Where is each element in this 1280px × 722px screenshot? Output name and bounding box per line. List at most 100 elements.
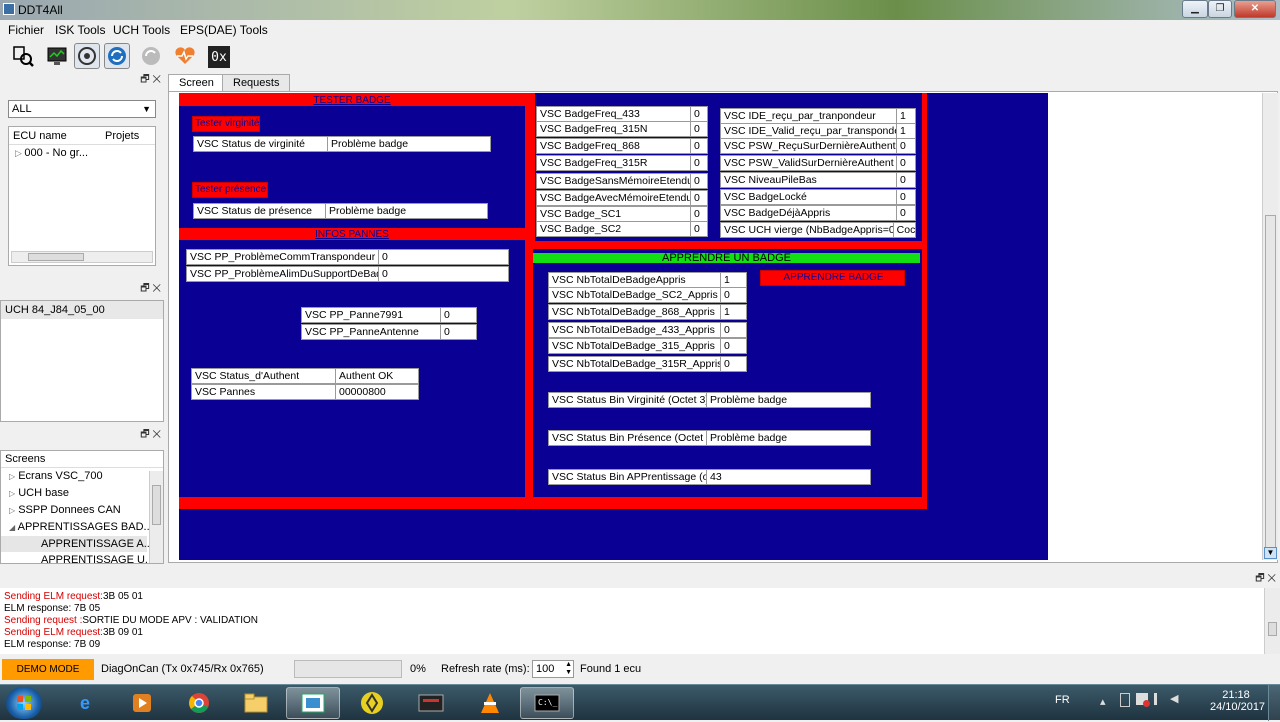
- apprendre-badge-button[interactable]: APPRENDRE BADGE: [760, 270, 905, 286]
- dock-controls[interactable]: 🗗 ✕: [0, 73, 165, 89]
- spin-icon[interactable]: ▲ ▼: [565, 661, 572, 677]
- tree-item[interactable]: ▷ Ecrans VSC_700: [1, 468, 163, 485]
- field-value: 0: [694, 108, 700, 120]
- field-value: Coc: [896, 224, 915, 236]
- ecu-item[interactable]: ▷ 000 - No gr...: [9, 145, 155, 161]
- field-label: VSC Status Bin Présence (Octet 4): [549, 431, 707, 445]
- nb-row: VSC NbTotalDeBadge_315R_Appris 0: [548, 356, 747, 372]
- monitor-icon[interactable]: [44, 43, 70, 69]
- scan-icon[interactable]: [10, 43, 36, 69]
- log-line: Sending ELM request:3B 09 01: [4, 627, 1260, 639]
- ide-row: VSC UCH vierge (NbBadgeAppris=0) Coc: [720, 222, 916, 238]
- tree-item-label: SSPP Donnees CAN: [18, 504, 121, 516]
- scroll-down-icon[interactable]: ▼: [1264, 547, 1277, 559]
- screen-v-scrollbar[interactable]: ▼: [1262, 93, 1278, 560]
- tree-item[interactable]: ▷ SSPP Donnees CAN: [1, 502, 163, 519]
- field-value: Problème badge: [331, 138, 409, 150]
- field-label: VSC Badge_SC2: [537, 222, 691, 236]
- tree-item[interactable]: APPRENTISSAGE U...: [1, 552, 163, 568]
- menu-eps-tools[interactable]: EPS(DAE) Tools: [180, 23, 268, 37]
- tester-presence-button[interactable]: Tester présence: [192, 182, 268, 198]
- field-value: 0: [724, 358, 730, 370]
- scroll-thumb[interactable]: [1268, 622, 1277, 636]
- chrome-icon[interactable]: [172, 687, 226, 719]
- ie-icon[interactable]: e: [58, 687, 112, 719]
- field-label: VSC Status de virginité: [194, 137, 328, 151]
- h-scrollbar[interactable]: [11, 251, 153, 263]
- tab-screen[interactable]: Screen: [168, 74, 225, 92]
- collapse-icon[interactable]: ◢: [9, 523, 15, 532]
- show-desktop-button[interactable]: [1268, 685, 1280, 721]
- selected-ecu[interactable]: UCH 84_J84_05_00: [1, 301, 163, 319]
- maximize-button[interactable]: ❐: [1208, 0, 1232, 18]
- dock-controls-2[interactable]: 🗗 ✕: [0, 282, 165, 298]
- ide-row: VSC BadgeLocké 0: [720, 189, 916, 205]
- dock-controls-3[interactable]: 🗗 ✕: [0, 428, 165, 444]
- volume-icon[interactable]: ◀: [1170, 693, 1182, 705]
- close-button[interactable]: ✕: [1234, 0, 1276, 18]
- hex-icon[interactable]: 0x: [208, 46, 230, 68]
- start-button[interactable]: [6, 687, 42, 719]
- disabled-refresh-icon[interactable]: [138, 43, 164, 69]
- freq-row: VSC Badge_SC1 0: [536, 206, 708, 222]
- ide-row: VSC IDE_Valid_reçu_par_transpondeur 1: [720, 123, 916, 139]
- chevron-down-icon: ▼: [142, 104, 151, 114]
- expand-icon[interactable]: ▷: [15, 148, 24, 158]
- log-line: Sending ELM request:3B 05 01: [4, 591, 1260, 603]
- cmd-icon[interactable]: C:\_: [520, 687, 574, 719]
- tester-virginite-button[interactable]: Tester virginité: [192, 116, 260, 132]
- usb-icon[interactable]: [1120, 693, 1130, 707]
- language-indicator[interactable]: FR: [1055, 694, 1070, 706]
- menu-isk-tools[interactable]: ISK Tools: [55, 23, 105, 37]
- scroll-thumb[interactable]: [28, 253, 84, 261]
- network-icon[interactable]: [1154, 693, 1164, 705]
- log-dock-header: 🗗 ✕: [0, 572, 1280, 586]
- tree-item-label: APPRENTISSAGES BAD...: [17, 521, 153, 533]
- tab-requests[interactable]: Requests: [222, 74, 291, 91]
- log-v-scrollbar[interactable]: [1264, 588, 1280, 654]
- expand-icon[interactable]: ▷: [9, 472, 15, 481]
- freq-row: VSC BadgeSansMémoireEtendue 0: [536, 173, 708, 189]
- svg-text:C:\_: C:\_: [538, 698, 557, 707]
- scroll-thumb[interactable]: [1265, 215, 1276, 555]
- menu-fichier[interactable]: Fichier: [8, 23, 44, 37]
- flag-icon[interactable]: [1136, 693, 1150, 707]
- expand-icon[interactable]: ▷: [9, 506, 15, 515]
- field-label: VSC NbTotalDeBadge_315R_Appris: [549, 357, 721, 371]
- menu-uch-tools[interactable]: UCH Tools: [113, 23, 170, 37]
- dock-controls-log[interactable]: 🗗 ✕: [0, 572, 1280, 588]
- tree-item-selected[interactable]: APPRENTISSAGE A...: [1, 536, 153, 552]
- panne-row: VSC PP_PanneAntenne 0: [301, 324, 477, 340]
- tree-item-label: Ecrans VSC_700: [18, 470, 103, 482]
- selected-ecu-panel: UCH 84_J84_05_00: [0, 300, 164, 422]
- app-window-icon[interactable]: [404, 687, 458, 719]
- ddt4all-taskbar-icon[interactable]: [286, 687, 340, 719]
- scroll-thumb[interactable]: [152, 485, 161, 525]
- col-ecu-name[interactable]: ECU name: [9, 127, 105, 144]
- dock-header-ecu2: 🗗 ✕: [0, 282, 165, 298]
- expand-icon[interactable]: ▷: [9, 489, 15, 498]
- filter-select[interactable]: ALL ▼: [8, 100, 156, 118]
- vlc-icon[interactable]: [463, 687, 517, 719]
- v-scrollbar[interactable]: [149, 471, 163, 563]
- refresh-rate-input[interactable]: 100 ▲ ▼: [532, 660, 574, 678]
- heart-icon[interactable]: [172, 43, 198, 69]
- field-value: 0: [694, 140, 700, 152]
- explorer-icon[interactable]: [229, 687, 283, 719]
- field-value: 1: [724, 274, 730, 286]
- field-value: 43: [710, 471, 722, 483]
- media-player-icon[interactable]: [115, 687, 169, 719]
- col-projets[interactable]: Projets: [105, 127, 139, 144]
- refresh-icon[interactable]: [104, 43, 130, 69]
- ide-row: VSC PSW_ReçuSurDernièreAuthent 0: [720, 138, 916, 154]
- tray-chevron-icon[interactable]: ▴: [1100, 695, 1106, 708]
- demo-mode-badge[interactable]: DEMO MODE: [2, 659, 94, 680]
- tree-item[interactable]: ◢ APPRENTISSAGES BAD...: [1, 519, 163, 536]
- ecu-list: ECU name Projets ▷ 000 - No gr...: [8, 126, 156, 266]
- field-value: 0: [900, 207, 906, 219]
- clock[interactable]: 21:18 24/10/2017: [1210, 689, 1265, 713]
- tree-item[interactable]: ▷ UCH base: [1, 485, 163, 502]
- connect-icon[interactable]: [74, 43, 100, 69]
- minimize-button[interactable]: ▁: [1182, 0, 1208, 18]
- renault-icon[interactable]: [345, 687, 399, 719]
